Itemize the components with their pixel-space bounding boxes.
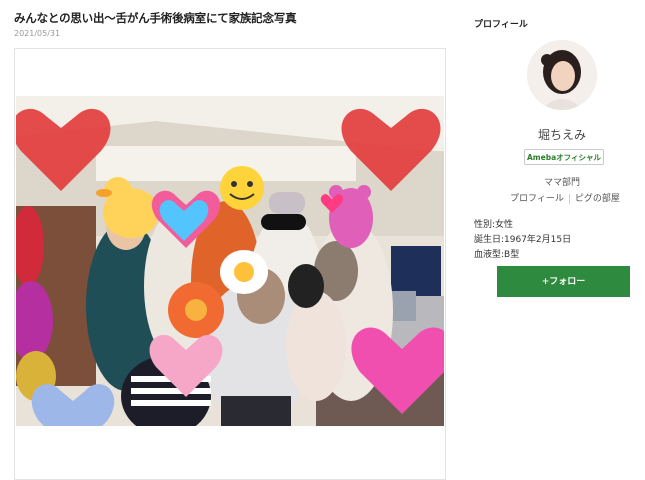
- family-photo[interactable]: [16, 96, 444, 426]
- article-date: 2021/05/31: [14, 29, 61, 38]
- ameba-official-badge: Amebaオフィシャル: [524, 149, 604, 165]
- follow-button[interactable]: +フォロー: [497, 266, 630, 297]
- article-title[interactable]: みんなとの思い出〜舌がん手術後病室にて家族記念写真: [14, 10, 297, 26]
- pigg-room-link[interactable]: ピグの部屋: [575, 194, 620, 204]
- profile-blood-type: 血液型:B型: [474, 250, 520, 260]
- profile-link[interactable]: プロフィール: [510, 194, 564, 204]
- profile-name[interactable]: 堀ちえみ: [446, 126, 645, 143]
- profile-birthday: 誕生日:1967年2月15日: [474, 235, 572, 245]
- profile-gender: 性別:女性: [474, 220, 514, 230]
- profile-avatar[interactable]: [527, 40, 597, 110]
- profile-category[interactable]: ママ部門: [446, 175, 645, 188]
- link-divider: [568, 193, 570, 204]
- profile-links: プロフィール ピグの部屋: [510, 191, 620, 204]
- profile-heading: プロフィール: [474, 20, 528, 30]
- photo-card: [14, 48, 446, 480]
